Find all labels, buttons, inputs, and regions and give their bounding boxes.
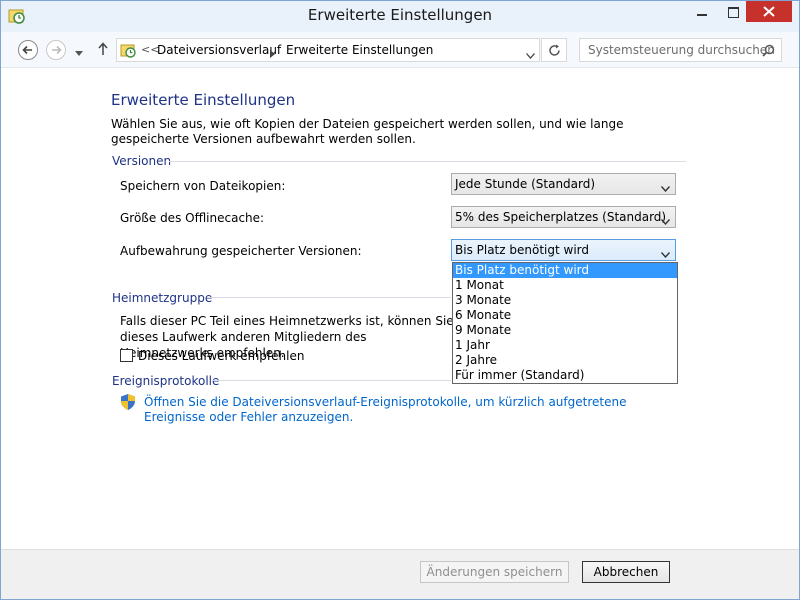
back-button[interactable]: [18, 40, 38, 60]
chevron-down-icon: [660, 247, 671, 261]
dropdown-option[interactable]: 1 Monat: [453, 278, 677, 293]
group-title-eventlog: Ereignisprotokolle: [112, 374, 220, 388]
page-description: Wählen Sie aus, wie oft Kopien der Datei…: [111, 117, 624, 146]
cancel-button[interactable]: Abbrechen: [582, 561, 670, 583]
recommend-drive-label[interactable]: Dieses Laufwerk empfehlen: [138, 349, 304, 363]
search-placeholder: Systemsteuerung durchsuchen: [588, 43, 775, 57]
save-changes-button[interactable]: Änderungen speichern: [420, 561, 569, 583]
group-title-versions: Versionen: [112, 154, 172, 168]
up-button[interactable]: [97, 42, 109, 59]
arrow-up-icon: [98, 42, 108, 55]
title-bar: Erweiterte Einstellungen: [1, 1, 799, 32]
forward-button[interactable]: [46, 40, 66, 60]
dropdown-option[interactable]: 1 Jahr: [453, 338, 677, 353]
shield-icon: [120, 393, 136, 414]
keep-versions-value: Bis Platz benötigt wird: [455, 243, 589, 257]
address-bar[interactable]: << Dateiversionsverlauf Erweiterte Einst…: [116, 38, 540, 62]
search-icon[interactable]: [762, 44, 775, 60]
dropdown-option[interactable]: 2 Jahre: [453, 353, 677, 368]
page-title: Erweiterte Einstellungen: [111, 91, 296, 109]
keep-versions-label: Aufbewahrung gespeicherter Versionen:: [120, 244, 362, 258]
address-history-button[interactable]: [526, 48, 535, 62]
breadcrumb-separator-icon[interactable]: [270, 47, 275, 61]
dropdown-option[interactable]: 6 Monate: [453, 308, 677, 323]
arrow-left-icon: [22, 45, 32, 55]
open-event-logs-link[interactable]: Öffnen Sie die Dateiversionsverlauf-Erei…: [144, 395, 674, 425]
offline-cache-value: 5% des Speicherplatzes (Standard): [455, 210, 667, 224]
save-copies-dropdown[interactable]: Jede Stunde (Standard): [451, 173, 676, 195]
chevron-down-icon: [660, 214, 671, 228]
navigation-bar: << Dateiversionsverlauf Erweiterte Einst…: [1, 32, 799, 68]
group-divider: [169, 161, 686, 162]
save-copies-label: Speichern von Dateikopien:: [120, 179, 286, 193]
dropdown-option[interactable]: 9 Monate: [453, 323, 677, 338]
dropdown-option[interactable]: 3 Monate: [453, 293, 677, 308]
offline-cache-dropdown[interactable]: 5% des Speicherplatzes (Standard): [451, 206, 676, 228]
minimize-button[interactable]: [688, 1, 716, 23]
recent-locations-button[interactable]: [75, 46, 83, 60]
dropdown-option[interactable]: Bis Platz benötigt wird: [453, 263, 677, 278]
keep-versions-options-list: Bis Platz benötigt wird 1 Monat 3 Monate…: [452, 262, 678, 384]
group-divider: [207, 297, 451, 298]
file-history-icon: [120, 42, 137, 62]
group-divider: [213, 380, 451, 381]
chevron-down-icon: [75, 51, 83, 56]
refresh-icon: [549, 44, 560, 56]
window: Erweiterte Einstellungen << Dateiversion…: [0, 0, 800, 600]
chevron-down-icon: [660, 181, 671, 195]
refresh-button[interactable]: [541, 38, 567, 62]
group-title-homegroup: Heimnetzgruppe: [112, 291, 213, 305]
keep-versions-dropdown[interactable]: Bis Platz benötigt wird: [451, 239, 676, 261]
recommend-drive-checkbox[interactable]: [120, 349, 133, 362]
search-input[interactable]: Systemsteuerung durchsuchen: [579, 38, 782, 62]
dropdown-option[interactable]: Für immer (Standard): [453, 368, 677, 383]
close-button[interactable]: [746, 1, 792, 22]
breadcrumb-advanced-settings[interactable]: Erweiterte Einstellungen: [286, 43, 433, 57]
save-copies-value: Jede Stunde (Standard): [455, 177, 596, 191]
breadcrumb-file-history[interactable]: Dateiversionsverlauf: [157, 43, 281, 57]
footer-bar: Änderungen speichern Abbrechen: [1, 549, 799, 599]
close-icon: [763, 6, 775, 17]
maximize-button[interactable]: [719, 1, 747, 23]
arrow-right-icon: [52, 45, 62, 55]
window-title: Erweiterte Einstellungen: [307, 6, 493, 24]
offline-cache-label: Größe des Offlinecache:: [120, 211, 265, 225]
chevron-down-icon: [526, 53, 535, 59]
